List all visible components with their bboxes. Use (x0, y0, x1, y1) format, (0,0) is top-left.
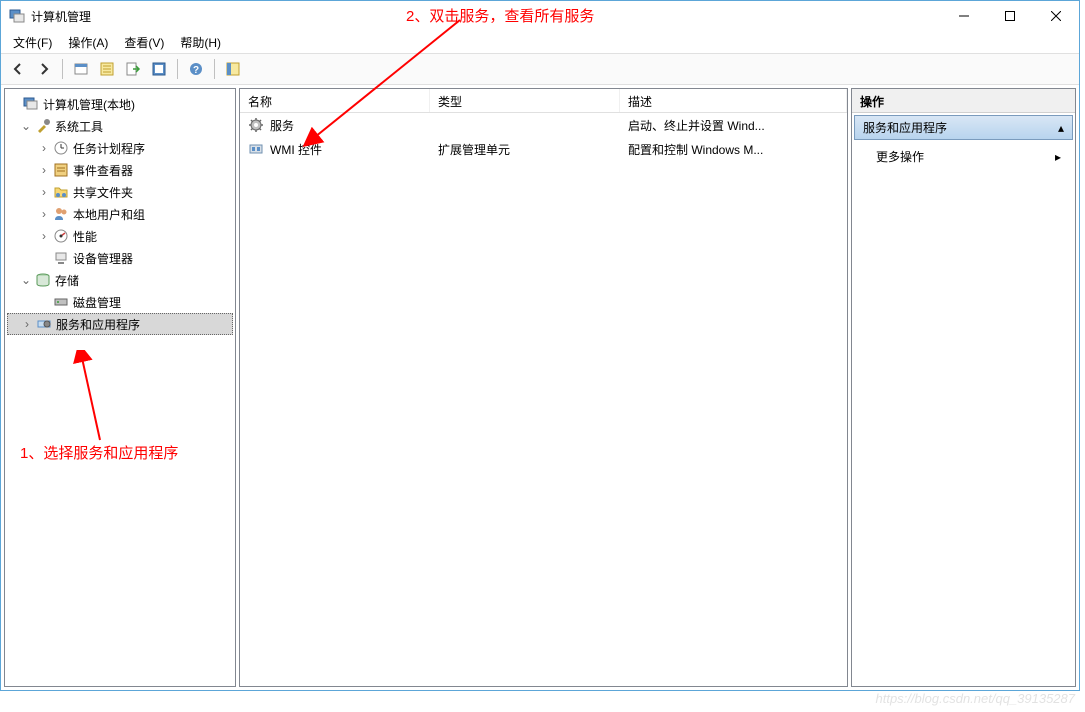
tree-label: 任务计划程序 (73, 140, 145, 157)
view-button[interactable] (222, 58, 244, 80)
actions-title: 操作 (852, 89, 1075, 113)
tree-panel: 计算机管理(本地) ⌄ 系统工具 › 任务计划程序 › 事件查看器 (4, 88, 236, 687)
wmi-icon (248, 141, 264, 157)
chevron-right-icon: ▸ (1055, 150, 1061, 164)
menubar: 文件(F) 操作(A) 查看(V) 帮助(H) (1, 31, 1079, 53)
more-label: 更多操作 (876, 148, 924, 165)
expand-icon[interactable]: › (37, 229, 51, 243)
col-desc[interactable]: 描述 (620, 89, 847, 112)
actions-section[interactable]: 服务和应用程序 ▴ (854, 115, 1073, 140)
collapse-icon[interactable]: ⌄ (19, 119, 33, 133)
menu-help[interactable]: 帮助(H) (172, 32, 229, 53)
device-icon (53, 250, 69, 266)
tree-label: 本地用户和组 (73, 206, 145, 223)
expand-icon (7, 97, 21, 111)
actions-panel: 操作 服务和应用程序 ▴ 更多操作 ▸ (851, 88, 1076, 687)
section-label: 服务和应用程序 (863, 119, 947, 136)
menu-file[interactable]: 文件(F) (5, 32, 60, 53)
expand-icon[interactable]: › (37, 141, 51, 155)
up-button[interactable] (70, 58, 92, 80)
tree-label: 计算机管理(本地) (43, 96, 135, 113)
tree-label: 系统工具 (55, 118, 103, 135)
expand-icon[interactable]: › (37, 185, 51, 199)
performance-icon (53, 228, 69, 244)
storage-icon (35, 272, 51, 288)
tree-system-tools[interactable]: ⌄ 系统工具 (7, 115, 233, 137)
menu-action[interactable]: 操作(A) (60, 32, 116, 53)
cell-name: WMI 控件 (270, 141, 322, 158)
separator (177, 59, 178, 79)
separator (214, 59, 215, 79)
minimize-button[interactable] (941, 1, 987, 31)
folder-share-icon (53, 184, 69, 200)
col-name[interactable]: 名称 (240, 89, 430, 112)
tools-icon (35, 118, 51, 134)
export-button[interactable] (122, 58, 144, 80)
tree-shared-folders[interactable]: › 共享文件夹 (7, 181, 233, 203)
forward-button[interactable] (33, 58, 55, 80)
tree-disk-management[interactable]: 磁盘管理 (7, 291, 233, 313)
users-icon (53, 206, 69, 222)
no-expand (37, 251, 51, 265)
titlebar: 计算机管理 (1, 1, 1079, 31)
list-row-wmi[interactable]: WMI 控件 扩展管理单元 配置和控制 Windows M... (240, 137, 847, 161)
tree-services-apps[interactable]: › 服务和应用程序 (7, 313, 233, 335)
tree-root[interactable]: 计算机管理(本地) (7, 93, 233, 115)
disk-icon (53, 294, 69, 310)
expand-icon[interactable]: › (37, 163, 51, 177)
computer-icon (23, 96, 39, 112)
expand-icon[interactable]: › (37, 207, 51, 221)
tree-storage[interactable]: ⌄ 存储 (7, 269, 233, 291)
app-icon (9, 8, 25, 24)
clock-icon (53, 140, 69, 156)
menu-view[interactable]: 查看(V) (116, 32, 172, 53)
tree-label: 存储 (55, 272, 79, 289)
back-button[interactable] (7, 58, 29, 80)
tree-device-manager[interactable]: 设备管理器 (7, 247, 233, 269)
help-button[interactable]: ? (185, 58, 207, 80)
separator (62, 59, 63, 79)
tree-task-scheduler[interactable]: › 任务计划程序 (7, 137, 233, 159)
cell-type: 扩展管理单元 (438, 141, 510, 158)
cell-desc: 启动、终止并设置 Wind... (628, 117, 765, 134)
close-button[interactable] (1033, 1, 1079, 31)
list-row-services[interactable]: 服务 启动、终止并设置 Wind... (240, 113, 847, 137)
navigation-tree: 计算机管理(本地) ⌄ 系统工具 › 任务计划程序 › 事件查看器 (5, 89, 235, 339)
watermark: https://blog.csdn.net/qq_39135287 (876, 691, 1076, 706)
main-window: 计算机管理 文件(F) 操作(A) 查看(V) 帮助(H) ? (0, 0, 1080, 691)
toolbar: ? (1, 53, 1079, 85)
tree-label: 磁盘管理 (73, 294, 121, 311)
tree-label: 设备管理器 (73, 250, 133, 267)
tree-label: 服务和应用程序 (56, 316, 140, 333)
no-expand (37, 295, 51, 309)
maximize-button[interactable] (987, 1, 1033, 31)
col-type[interactable]: 类型 (430, 89, 620, 112)
refresh-button[interactable] (148, 58, 170, 80)
actions-more[interactable]: 更多操作 ▸ (852, 142, 1075, 171)
tree-label: 性能 (73, 228, 97, 245)
svg-text:?: ? (193, 65, 199, 76)
properties-button[interactable] (96, 58, 118, 80)
tree-label: 事件查看器 (73, 162, 133, 179)
window-title: 计算机管理 (31, 8, 941, 25)
collapse-icon[interactable]: ⌄ (19, 273, 33, 287)
content-area: 计算机管理(本地) ⌄ 系统工具 › 任务计划程序 › 事件查看器 (1, 85, 1079, 690)
cell-name: 服务 (270, 117, 294, 134)
expand-icon[interactable]: › (20, 317, 34, 331)
event-icon (53, 162, 69, 178)
collapse-triangle-icon: ▴ (1058, 121, 1064, 135)
tree-label: 共享文件夹 (73, 184, 133, 201)
cell-desc: 配置和控制 Windows M... (628, 141, 763, 158)
list-header: 名称 类型 描述 (240, 89, 847, 113)
tree-local-users[interactable]: › 本地用户和组 (7, 203, 233, 225)
window-controls (941, 1, 1079, 31)
gear-icon (248, 117, 264, 133)
services-icon (36, 316, 52, 332)
tree-event-viewer[interactable]: › 事件查看器 (7, 159, 233, 181)
list-panel: 名称 类型 描述 服务 启动、终止并设置 Wind... WMI 控件 扩展管理… (239, 88, 848, 687)
tree-performance[interactable]: › 性能 (7, 225, 233, 247)
